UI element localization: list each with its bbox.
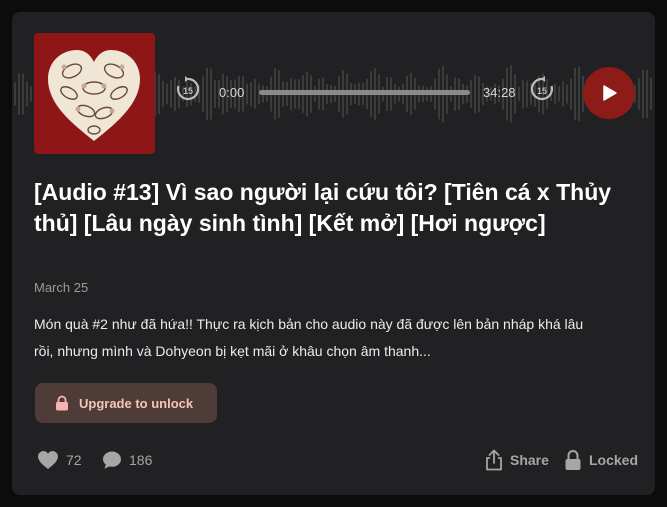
progress-bar[interactable] — [259, 90, 470, 95]
waveform-bar — [574, 67, 576, 121]
share-label: Share — [510, 452, 549, 468]
locked-label: Locked — [589, 452, 639, 468]
lock-icon — [56, 395, 68, 411]
skip-back-15-button[interactable]: 15 — [174, 75, 202, 103]
heart-icon — [37, 450, 59, 470]
waveform-bar — [638, 77, 640, 111]
waveform-bar — [202, 76, 204, 112]
share-icon — [485, 449, 503, 471]
waveform-bar — [30, 86, 32, 102]
waveform-bar — [646, 70, 648, 118]
waveform-bar — [26, 81, 28, 107]
comment-icon — [102, 450, 122, 470]
waveform-bar — [246, 83, 248, 105]
waveform-bar — [470, 79, 472, 109]
svg-text:15: 15 — [537, 86, 547, 96]
audio-player: 15 0:00 34:28 15 — [12, 12, 655, 154]
post-date: March 25 — [34, 280, 89, 295]
waveform-bar — [570, 78, 572, 110]
like-count: 72 — [66, 452, 82, 468]
post-card: 15 0:00 34:28 15 [Audio #13] Vì sao ngườ… — [12, 12, 655, 495]
current-time: 0:00 — [219, 85, 245, 100]
waveform-bar — [522, 79, 524, 109]
upgrade-label: Upgrade to unlock — [79, 395, 194, 411]
lock-icon — [564, 449, 582, 471]
waveform-bar — [210, 68, 212, 120]
waveform-bar — [474, 74, 476, 114]
waveform-bar — [254, 78, 256, 110]
waveform-bar — [518, 86, 520, 102]
waveform-bar — [18, 72, 20, 116]
duration: 34:28 — [483, 85, 516, 100]
share-button[interactable]: Share — [485, 448, 549, 472]
waveform-bar — [558, 86, 560, 102]
forward-15-icon: 15 — [530, 76, 554, 101]
waveform-bar — [162, 80, 164, 108]
waveform-bar — [214, 79, 216, 109]
waveform-bar — [578, 66, 580, 122]
cover-art — [34, 33, 155, 154]
locked-status: Locked — [564, 448, 638, 472]
waveform-bar — [250, 81, 252, 107]
play-button[interactable] — [583, 67, 635, 119]
post-title[interactable]: [Audio #13] Vì sao người lại cứu tôi? [T… — [34, 177, 614, 239]
skip-forward-15-button[interactable]: 15 — [528, 75, 556, 103]
waveform-bar — [650, 77, 652, 111]
waveform-bar — [642, 69, 644, 119]
post-description: Món quà #2 như đã hứa!! Thực ra kịch bản… — [34, 316, 584, 359]
waveform-bar — [562, 81, 564, 107]
like-button[interactable]: 72 — [37, 448, 82, 472]
comments-button[interactable]: 186 — [102, 448, 152, 472]
waveform-bar — [566, 84, 568, 104]
waveform-bar — [14, 82, 16, 106]
waveform-bar — [158, 73, 160, 115]
waveform-bar — [206, 67, 208, 121]
play-icon — [603, 85, 617, 101]
waveform-bar — [22, 73, 24, 115]
upgrade-to-unlock-button[interactable]: Upgrade to unlock — [35, 383, 217, 423]
rewind-15-icon: 15 — [176, 76, 200, 101]
waveform-bar — [166, 83, 168, 105]
waveform-bar — [170, 80, 172, 108]
comment-count: 186 — [129, 452, 153, 468]
svg-text:15: 15 — [183, 86, 193, 96]
waveform-bar — [478, 75, 480, 113]
